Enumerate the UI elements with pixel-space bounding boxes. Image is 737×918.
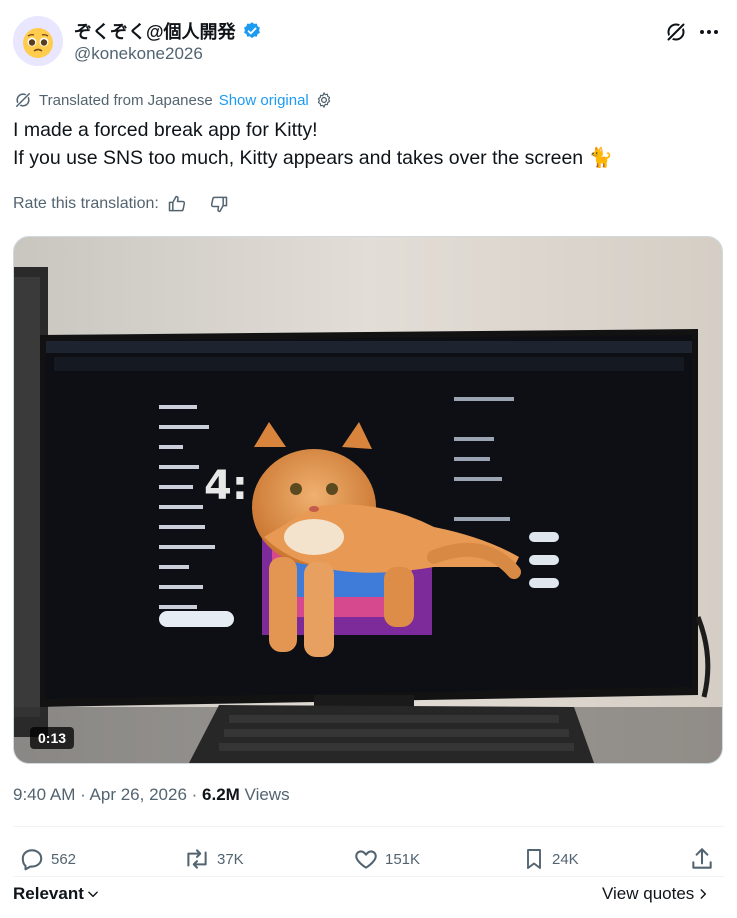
- like-count: 151K: [385, 850, 421, 868]
- svg-text:4:: 4:: [204, 463, 248, 509]
- bookmark-button[interactable]: 24K: [522, 840, 579, 878]
- view-quotes-link[interactable]: View quotes: [602, 884, 710, 904]
- video-thumbnail: 4:: [14, 237, 722, 763]
- pleading-face-icon: [13, 16, 63, 66]
- view-quotes-label: View quotes: [602, 884, 695, 903]
- bookmark-count: 24K: [552, 850, 579, 868]
- author-handle[interactable]: @konekone2026: [74, 44, 203, 64]
- bookmark-icon: [527, 849, 541, 869]
- thumbs-down-icon[interactable]: [209, 194, 229, 214]
- action-bar: 562 37K 151K 24K: [13, 840, 719, 878]
- avatar[interactable]: [13, 16, 63, 66]
- views-label: Views: [239, 785, 290, 804]
- display-name[interactable]: ぞくぞく@個人開発: [74, 18, 236, 44]
- timestamp[interactable]: 9:40 AM · Apr 26, 2026 ·: [13, 785, 202, 804]
- translation-row: Translated from Japanese Show original: [13, 90, 333, 110]
- sort-relevant-dropdown[interactable]: Relevant: [13, 884, 100, 904]
- verified-badge-icon: [243, 22, 260, 39]
- video-player[interactable]: 4: 0:13: [13, 236, 723, 764]
- translate-grok-icon: [15, 92, 31, 108]
- rate-translation-row: Rate this translation:: [13, 194, 229, 214]
- author-name-row[interactable]: ぞくぞく@個人開発: [74, 18, 262, 44]
- sort-label: Relevant: [13, 884, 84, 903]
- reply-icon: [21, 849, 43, 871]
- divider: [13, 876, 724, 877]
- repost-count: 37K: [217, 850, 244, 868]
- video-duration-badge: 0:13: [30, 727, 75, 749]
- show-original-link[interactable]: Show original: [219, 92, 309, 109]
- translation-label: Translated from Japanese: [39, 91, 213, 109]
- reply-button[interactable]: 562: [19, 840, 76, 878]
- settings-gear-icon[interactable]: [315, 91, 333, 109]
- repost-button[interactable]: 37K: [183, 840, 244, 878]
- tweet-meta: 9:40 AM · Apr 26, 2026 · 6.2M Views: [13, 785, 290, 805]
- grok-icon[interactable]: [664, 20, 688, 44]
- heart-icon: [355, 850, 377, 869]
- share-icon: [692, 848, 712, 869]
- share-button[interactable]: [689, 840, 715, 878]
- repost-icon: [187, 849, 207, 869]
- chevron-down-icon: [88, 891, 98, 898]
- tweet-text: I made a forced break app for Kitty! If …: [13, 119, 613, 169]
- chevron-right-icon: [700, 889, 707, 899]
- divider: [13, 826, 724, 827]
- thumbs-up-icon[interactable]: [167, 194, 187, 214]
- like-button[interactable]: 151K: [353, 840, 420, 878]
- more-options-icon[interactable]: [697, 20, 721, 44]
- views-count: 6.2M: [202, 785, 240, 804]
- reply-count: 562: [51, 850, 77, 868]
- rate-translation-label: Rate this translation:: [13, 195, 159, 212]
